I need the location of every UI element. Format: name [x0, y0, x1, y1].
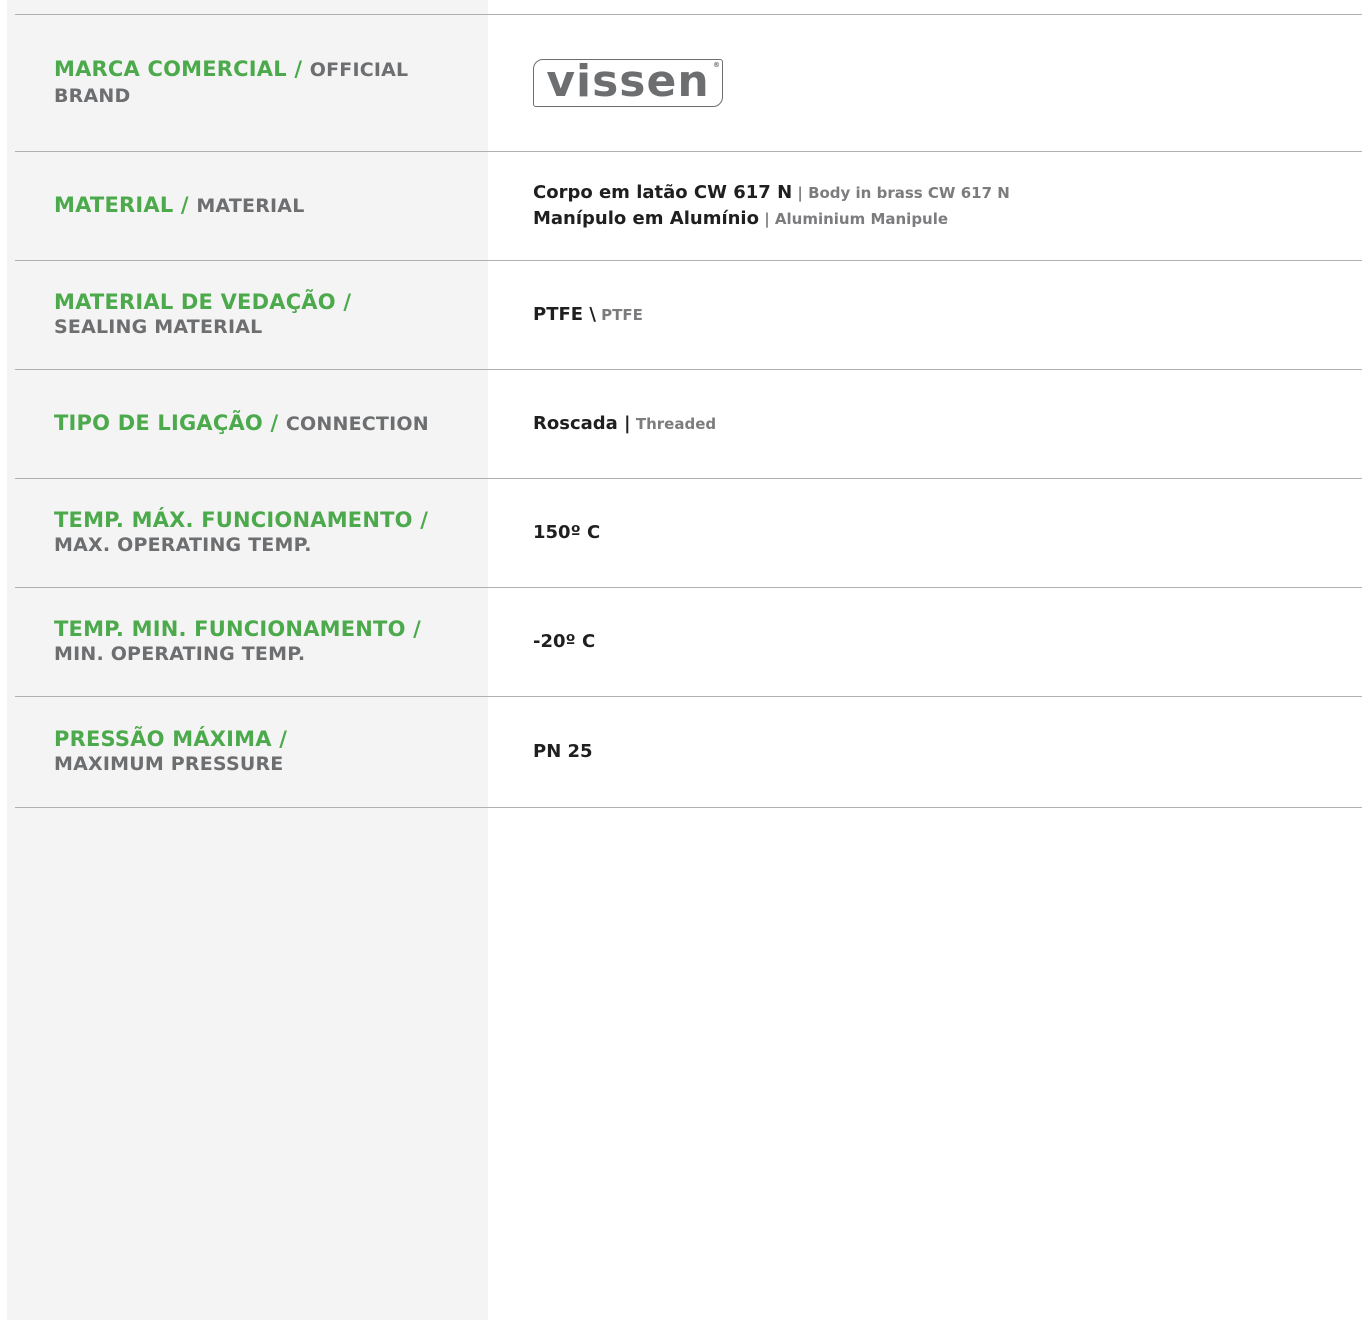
value-line: Manípulo em Alumínio | Aluminium Manipul…: [533, 206, 1010, 232]
value-sub: PTFE: [595, 306, 643, 324]
spec-table: MARCA COMERCIAL / OFFICIAL BRAND vissen …: [15, 14, 1362, 808]
label-portuguese: PRESSÃO MÁXIMA /: [54, 727, 288, 751]
label-english: MAX. OPERATING TEMP.: [54, 534, 312, 556]
spec-label: TEMP. MIN. FUNCIONAMENTO / MIN. OPERATIN…: [15, 617, 488, 667]
label-english: MATERIAL: [196, 195, 305, 217]
value-main: Corpo em latão CW 617 N: [533, 182, 793, 203]
value-main: Roscada |: [533, 413, 631, 434]
spec-row-material: MATERIAL / MATERIAL Corpo em latão CW 61…: [15, 152, 1362, 261]
spec-row-max-pressure: PRESSÃO MÁXIMA / MAXIMUM PRESSURE PN 25: [15, 697, 1362, 808]
spec-label: PRESSÃO MÁXIMA / MAXIMUM PRESSURE: [15, 727, 488, 777]
value-main: -20º C: [533, 631, 596, 652]
value-sub: Threaded: [630, 415, 717, 433]
spec-label: TIPO DE LIGAÇÃO / CONNECTION: [15, 411, 488, 437]
label-english: SEALING MATERIAL: [54, 316, 263, 338]
spec-row-brand: MARCA COMERCIAL / OFFICIAL BRAND vissen …: [15, 15, 1362, 152]
label-portuguese: MARCA COMERCIAL /: [54, 57, 303, 81]
value-main: Manípulo em Alumínio: [533, 208, 759, 229]
spec-value: PN 25: [488, 739, 593, 765]
spec-value: 150º C: [488, 520, 600, 546]
spec-label: MATERIAL DE VEDAÇÃO / SEALING MATERIAL: [15, 290, 488, 340]
label-portuguese: TEMP. MÁX. FUNCIONAMENTO /: [54, 508, 429, 532]
value-sub: | Body in brass CW 617 N: [792, 184, 1010, 202]
label-portuguese: MATERIAL /: [54, 193, 189, 217]
spec-value: -20º C: [488, 629, 595, 655]
logo-wordmark: vissen: [546, 56, 710, 107]
vissen-logo: vissen ®: [533, 59, 723, 107]
value-main: PTFE \: [533, 304, 596, 325]
value-main: PN 25: [533, 741, 593, 762]
spec-value: Roscada | Threaded: [488, 411, 716, 437]
label-portuguese: TIPO DE LIGAÇÃO /: [54, 411, 279, 435]
spec-label: TEMP. MÁX. FUNCIONAMENTO / MAX. OPERATIN…: [15, 508, 488, 558]
spec-label: MARCA COMERCIAL / OFFICIAL BRAND: [15, 57, 488, 109]
label-english: MIN. OPERATING TEMP.: [54, 643, 306, 665]
spec-label: MATERIAL / MATERIAL: [15, 193, 488, 219]
label-portuguese: TEMP. MIN. FUNCIONAMENTO /: [54, 617, 422, 641]
value-line: Corpo em latão CW 617 N | Body in brass …: [533, 180, 1010, 206]
spec-row-sealing: MATERIAL DE VEDAÇÃO / SEALING MATERIAL P…: [15, 261, 1362, 370]
spec-row-connection: TIPO DE LIGAÇÃO / CONNECTION Roscada | T…: [15, 370, 1362, 479]
value-sub: | Aluminium Manipule: [758, 210, 949, 228]
value-main: 150º C: [533, 522, 601, 543]
label-english: CONNECTION: [285, 413, 429, 435]
spec-row-min-temp: TEMP. MIN. FUNCIONAMENTO / MIN. OPERATIN…: [15, 588, 1362, 697]
label-portuguese: MATERIAL DE VEDAÇÃO /: [54, 290, 352, 314]
label-english: MAXIMUM PRESSURE: [54, 753, 284, 775]
spec-value: PTFE \ PTFE: [488, 302, 643, 328]
registered-mark: ®: [713, 61, 720, 69]
spec-row-max-temp: TEMP. MÁX. FUNCIONAMENTO / MAX. OPERATIN…: [15, 479, 1362, 588]
spec-value: Corpo em latão CW 617 N | Body in brass …: [488, 180, 1010, 232]
